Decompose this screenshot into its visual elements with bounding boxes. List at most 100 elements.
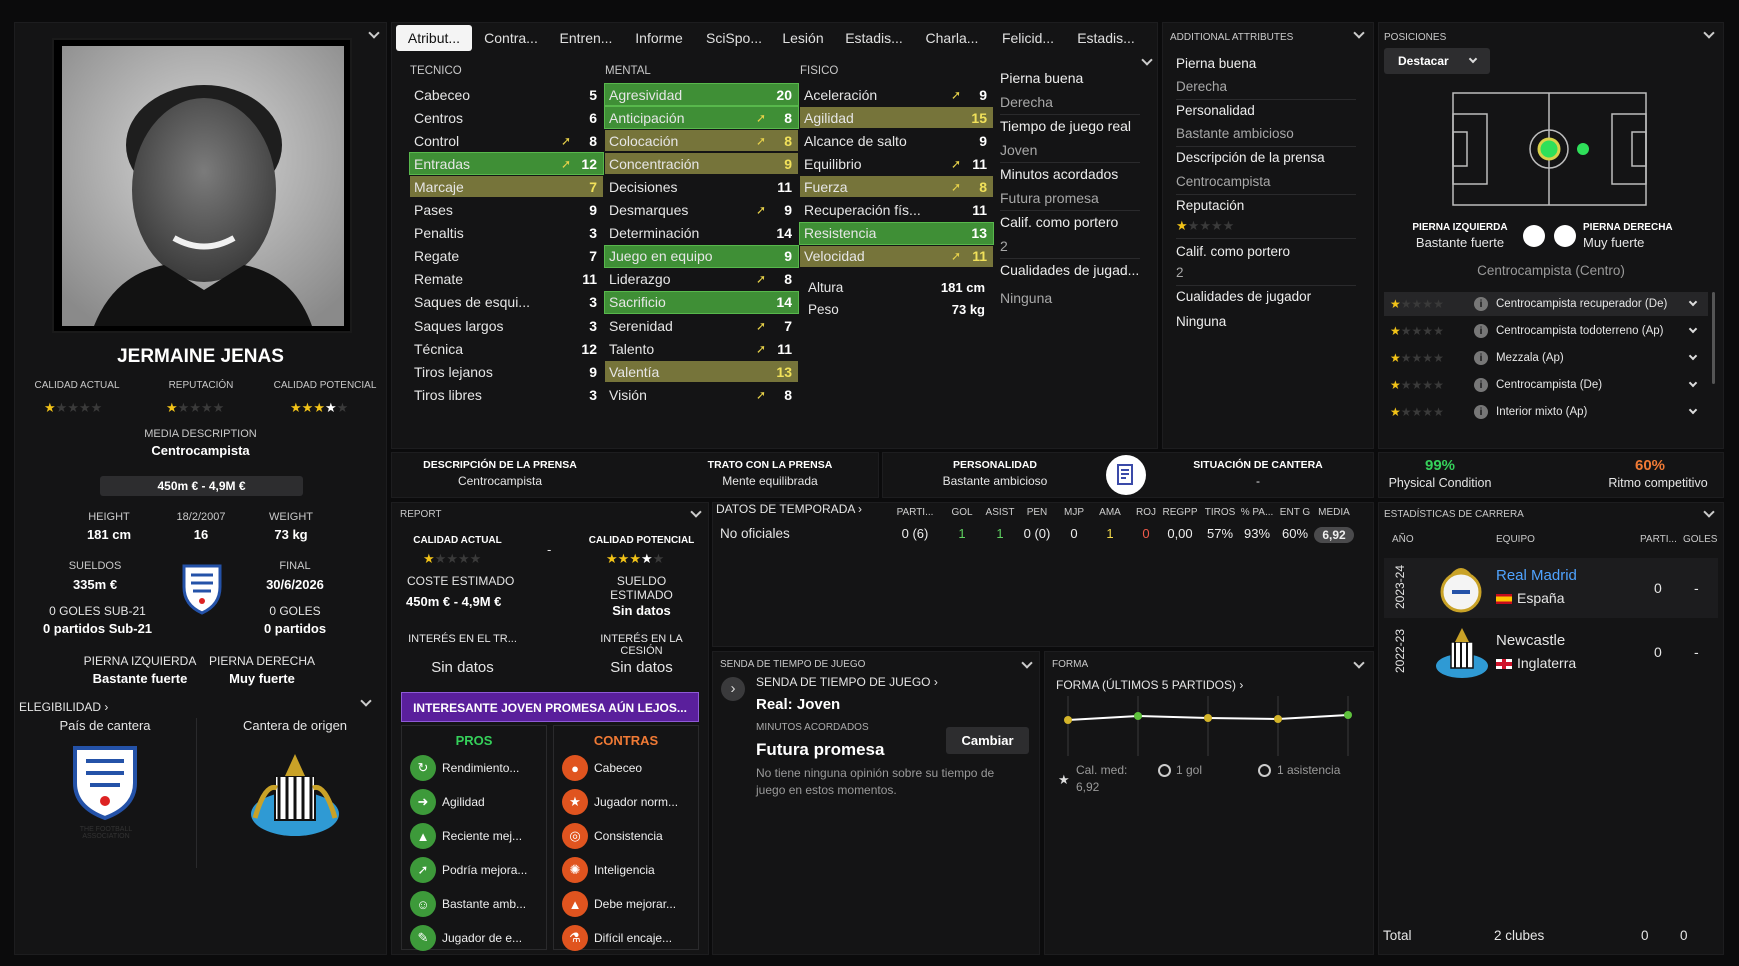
attribute-row[interactable]: Tiros libres 3 — [410, 384, 603, 405]
info-icon[interactable]: i — [1474, 297, 1488, 311]
attribute-row[interactable]: Resistencia 13 — [799, 221, 994, 245]
assist-icon — [1258, 764, 1271, 777]
age-value: 16 — [193, 527, 209, 542]
tab-3[interactable]: Entren... — [552, 25, 620, 51]
highlight-button[interactable]: Destacar — [1384, 48, 1490, 74]
career-total-apps: 0 — [1641, 928, 1649, 943]
attribute-row[interactable]: Determinación 14 — [605, 223, 798, 244]
attribute-row[interactable]: Agresividad 20 — [604, 83, 799, 106]
attribute-row[interactable]: Anticipación ➚ 8 — [604, 106, 799, 130]
eligibility-link[interactable]: ELEGIBILIDAD › — [19, 700, 108, 714]
playtime-title: SENDA DE TIEMPO DE JUEGO — [720, 659, 866, 670]
career-team-link[interactable]: Newcastle — [1496, 632, 1565, 649]
attribute-row[interactable]: Alcance de salto 9 — [800, 130, 993, 151]
attribute-row[interactable]: Decisiones 11 — [605, 176, 798, 197]
attribute-row[interactable]: Penaltis 3 — [410, 223, 603, 244]
playtime-sub-link[interactable]: SENDA DE TIEMPO DE JUEGO › — [756, 675, 938, 689]
season-title-link[interactable]: DATOS DE TEMPORADA › — [716, 502, 862, 516]
tab-5[interactable]: SciSpo... — [700, 25, 768, 51]
media-desc-label: MEDIA DESCRIPTION — [144, 428, 257, 440]
tab-2[interactable]: Contra... — [476, 25, 546, 51]
role-name: Mezzala (Ap) — [1496, 352, 1564, 364]
attribute-row[interactable]: Técnica 12 — [410, 338, 603, 359]
role-row[interactable]: ★★★★★ i Interior mixto (Ap) — [1384, 400, 1708, 424]
attribute-row[interactable]: Concentración 9 — [605, 153, 798, 175]
attribute-row[interactable]: Equilibrio ➚ 11 — [800, 153, 993, 174]
chevron-down-icon[interactable] — [1688, 405, 1698, 415]
info-icon[interactable]: i — [1474, 351, 1488, 365]
tab-10[interactable]: Estadis... — [1073, 25, 1139, 51]
star-icon: ★ — [1400, 404, 1412, 419]
tab-7[interactable]: Estadis... — [840, 25, 908, 51]
physical-condition-value: 99% — [1424, 457, 1456, 474]
attribute-row[interactable]: Pases 9 — [410, 200, 603, 221]
attribute-row[interactable]: Cabeceo 5 — [410, 84, 603, 105]
playtime-note: No tiene ninguna opinión sobre su tiempo… — [756, 766, 995, 797]
trend-arrow-icon: ➚ — [950, 87, 962, 102]
attribute-row[interactable]: Visión ➚ 8 — [605, 384, 798, 405]
attribute-name: Talento — [609, 340, 655, 357]
arrow-right-icon[interactable]: › — [721, 677, 745, 701]
attribute-name: Marcaje — [414, 178, 464, 195]
attribute-row[interactable]: Agilidad 15 — [800, 107, 993, 129]
role-row[interactable]: ★★★★★ i Mezzala (Ap) — [1384, 346, 1708, 370]
trend-arrow-icon: ➚ — [950, 249, 962, 264]
report-banner[interactable]: INTERESANTE JOVEN PROMESA AÚN LEJOS... — [401, 692, 699, 722]
tab-8[interactable]: Charla... — [918, 25, 986, 51]
attribute-row[interactable]: Saques de esqui... 3 — [410, 292, 603, 313]
con-item: Consistencia — [594, 829, 663, 843]
role-row[interactable]: ★★★★★ i Centrocampista todoterreno (Ap) — [1384, 319, 1708, 343]
attribute-row[interactable]: Remate 11 — [410, 269, 603, 290]
form-sub-link[interactable]: FORMA (ÚLTIMOS 5 PARTIDOS) › — [1056, 678, 1243, 692]
info-icon[interactable]: i — [1474, 405, 1488, 419]
role-row[interactable]: ★★★★★ i Centrocampista (De) — [1384, 373, 1708, 397]
chevron-down-icon[interactable] — [1688, 324, 1698, 334]
attribute-row[interactable]: Tiros lejanos 9 — [410, 361, 603, 382]
attribute-name: Saques largos — [414, 317, 504, 334]
role-name: Interior mixto (Ap) — [1496, 406, 1588, 418]
trend-arrow-icon: ➚ — [755, 387, 767, 402]
attribute-row[interactable]: Entradas ➚ 12 — [409, 152, 604, 176]
attribute-row[interactable]: Talento ➚ 11 — [605, 338, 798, 359]
attribute-row[interactable]: Aceleración ➚ 9 — [800, 84, 993, 105]
tab-9[interactable]: Felicid... — [995, 25, 1061, 51]
attribute-row[interactable]: Valentía 13 — [605, 361, 798, 383]
attribute-row[interactable]: Regate 7 — [410, 246, 603, 267]
attribute-row[interactable]: Recuperación fís... 11 — [800, 200, 993, 221]
season-header: % PA... — [1240, 507, 1274, 518]
weight-label: WEIGHT — [269, 511, 313, 523]
tab-6[interactable]: Lesión — [777, 25, 829, 51]
role-stars: ★★★★★ — [1384, 351, 1474, 365]
attribute-row[interactable]: Marcaje 7 — [410, 176, 603, 198]
chevron-down-icon[interactable] — [1688, 378, 1698, 388]
tab-1[interactable]: Atribut... — [396, 25, 472, 51]
role-row[interactable]: ★★★★★ i Centrocampista recuperador (De) — [1384, 292, 1708, 316]
attribute-row[interactable]: Control ➚ 8 — [410, 130, 603, 151]
attribute-row[interactable]: Saques largos 3 — [410, 315, 603, 336]
attribute-row[interactable]: Juego en equipo 9 — [604, 244, 799, 268]
attribute-row[interactable]: Sacrificio 14 — [604, 290, 799, 314]
season-row-label: No oficiales — [720, 526, 790, 541]
form-chart — [1056, 696, 1356, 759]
chevron-down-icon[interactable] — [1688, 351, 1698, 361]
attribute-row[interactable]: Desmarques ➚ 9 — [605, 200, 798, 221]
attribute-value: 11 — [972, 248, 987, 265]
attribute-row[interactable]: Fuerza ➚ 8 — [800, 176, 993, 198]
change-button[interactable]: Cambiar — [946, 727, 1029, 754]
attribute-row[interactable]: Liderazgo ➚ 8 — [605, 269, 798, 290]
star-icon: ★ — [1411, 404, 1423, 419]
attribute-row[interactable]: Centros 6 — [410, 107, 603, 128]
report-pa-label: CALIDAD POTENCIAL — [588, 535, 695, 546]
chevron-down-icon[interactable] — [1688, 297, 1698, 307]
attribute-row[interactable]: Velocidad ➚ 11 — [800, 245, 993, 267]
info-item: 2 — [1000, 238, 1008, 254]
info-icon[interactable]: i — [1474, 324, 1488, 338]
info-icon[interactable]: i — [1474, 378, 1488, 392]
career-team-link[interactable]: Real Madrid — [1496, 567, 1577, 584]
attribute-value: 8 — [784, 386, 792, 403]
attribute-row[interactable]: Colocación ➚ 8 — [605, 130, 798, 152]
attribute-row[interactable]: Serenidad ➚ 7 — [605, 315, 798, 336]
season-value: 1 — [958, 526, 966, 541]
tab-4[interactable]: Informe — [627, 25, 691, 51]
roles-scrollbar[interactable] — [1712, 292, 1715, 384]
